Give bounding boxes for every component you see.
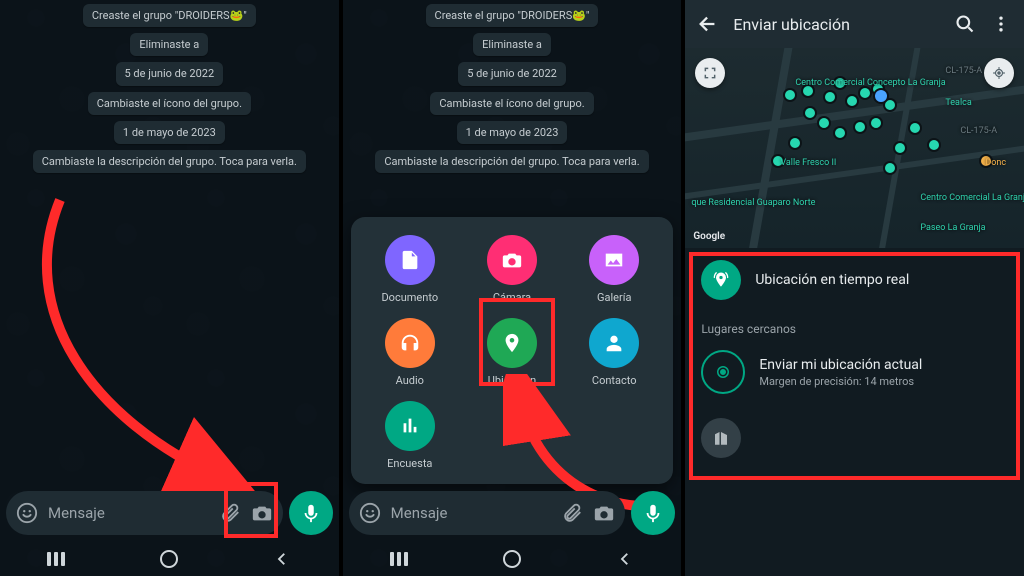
location-options: Ubicación en tiempo real Lugares cercano… xyxy=(685,248,1024,576)
target-icon xyxy=(701,350,745,394)
back-icon[interactable] xyxy=(697,13,719,35)
attach-location[interactable]: Ubicación xyxy=(461,318,563,387)
attach-icon[interactable] xyxy=(561,502,583,524)
attach-contact[interactable]: Contacto xyxy=(563,318,665,387)
option-title: Enviar mi ubicación actual xyxy=(759,357,922,373)
map-view[interactable]: Centro Comercial Concepto La GranjaTealc… xyxy=(685,48,1024,248)
attach-audio[interactable]: Audio xyxy=(359,318,461,387)
option-current-location[interactable]: Enviar mi ubicación actual Margen de pre… xyxy=(685,338,1024,406)
attach-label: Audio xyxy=(396,374,424,387)
system-messages: Creaste el grupo "DROIDERS🐸" Eliminaste … xyxy=(0,4,339,173)
nav-back[interactable] xyxy=(612,546,638,572)
message-placeholder: Mensaje xyxy=(48,504,209,522)
attach-icon[interactable] xyxy=(219,502,241,524)
android-navbar xyxy=(343,542,682,576)
sys-msg: Cambiaste la descripción del grupo. Toca… xyxy=(375,150,648,173)
system-messages: Creaste el grupo "DROIDERS🐸" Eliminaste … xyxy=(343,4,682,173)
option-subtitle: Margen de precisión: 14 metros xyxy=(759,375,922,388)
sys-msg: Eliminaste a xyxy=(473,33,551,56)
message-input-bar: Mensaje xyxy=(349,490,676,536)
sys-msg: Eliminaste a xyxy=(130,33,208,56)
attach-label: Ubicación xyxy=(488,374,537,387)
sys-msg: Creaste el grupo "DROIDERS🐸" xyxy=(426,4,599,27)
nav-back[interactable] xyxy=(269,546,295,572)
emoji-icon[interactable] xyxy=(359,502,381,524)
sys-msg: 5 de junio de 2022 xyxy=(116,62,224,85)
location-topbar: Enviar ubicación xyxy=(685,0,1024,48)
option-live-location[interactable]: Ubicación en tiempo real xyxy=(685,248,1024,312)
map-mylocation-button[interactable] xyxy=(984,58,1014,88)
message-box[interactable]: Mensaje xyxy=(349,491,626,535)
sys-msg: Cambiaste el ícono del grupo. xyxy=(88,92,251,115)
attach-label: Galería xyxy=(597,291,631,304)
building-icon xyxy=(701,418,741,458)
attach-label: Contacto xyxy=(592,374,637,387)
message-box[interactable]: Mensaje xyxy=(6,491,283,535)
screen-chat: Creaste el grupo "DROIDERS🐸" Eliminaste … xyxy=(0,0,339,576)
attach-label: Documento xyxy=(381,291,438,304)
option-place[interactable] xyxy=(685,406,1024,470)
mic-button[interactable] xyxy=(289,491,333,535)
attach-poll[interactable]: Encuesta xyxy=(359,401,461,470)
sys-msg: 1 de mayo de 2023 xyxy=(114,121,225,144)
attach-gallery[interactable]: Galería xyxy=(563,235,665,304)
attachment-sheet: Documento Cámara Galería Audio Ubicación… xyxy=(351,217,674,484)
message-input-bar: Mensaje xyxy=(6,490,333,536)
sys-msg: Creaste el grupo "DROIDERS🐸" xyxy=(83,4,256,27)
nav-recents[interactable] xyxy=(386,546,412,572)
screen-send-location: Enviar ubicación Centro Comercial Concep… xyxy=(685,0,1024,576)
more-icon[interactable] xyxy=(990,13,1012,35)
sys-msg: 5 de junio de 2022 xyxy=(458,62,566,85)
message-placeholder: Mensaje xyxy=(391,504,552,522)
camera-icon[interactable] xyxy=(251,502,273,524)
live-location-icon xyxy=(701,260,741,300)
sys-msg: Cambiaste el ícono del grupo. xyxy=(430,92,593,115)
attach-camera[interactable]: Cámara xyxy=(461,235,563,304)
map-fullscreen-button[interactable] xyxy=(695,58,725,88)
nav-home[interactable] xyxy=(499,546,525,572)
camera-icon[interactable] xyxy=(593,502,615,524)
attach-label: Encuesta xyxy=(387,457,432,470)
screen-attach-sheet: Creaste el grupo "DROIDERS🐸" Eliminaste … xyxy=(343,0,682,576)
nav-recents[interactable] xyxy=(43,546,69,572)
map-attribution: Google xyxy=(693,231,725,242)
emoji-icon[interactable] xyxy=(16,502,38,524)
sys-msg: 1 de mayo de 2023 xyxy=(457,121,568,144)
android-navbar xyxy=(0,542,339,576)
attach-document[interactable]: Documento xyxy=(359,235,461,304)
option-title: Ubicación en tiempo real xyxy=(755,272,909,288)
search-icon[interactable] xyxy=(954,13,976,35)
nav-home[interactable] xyxy=(156,546,182,572)
mic-button[interactable] xyxy=(631,491,675,535)
section-nearby: Lugares cercanos xyxy=(685,312,1024,338)
page-title: Enviar ubicación xyxy=(733,15,940,34)
attach-label: Cámara xyxy=(493,291,531,304)
sys-msg: Cambiaste la descripción del grupo. Toca… xyxy=(33,150,306,173)
